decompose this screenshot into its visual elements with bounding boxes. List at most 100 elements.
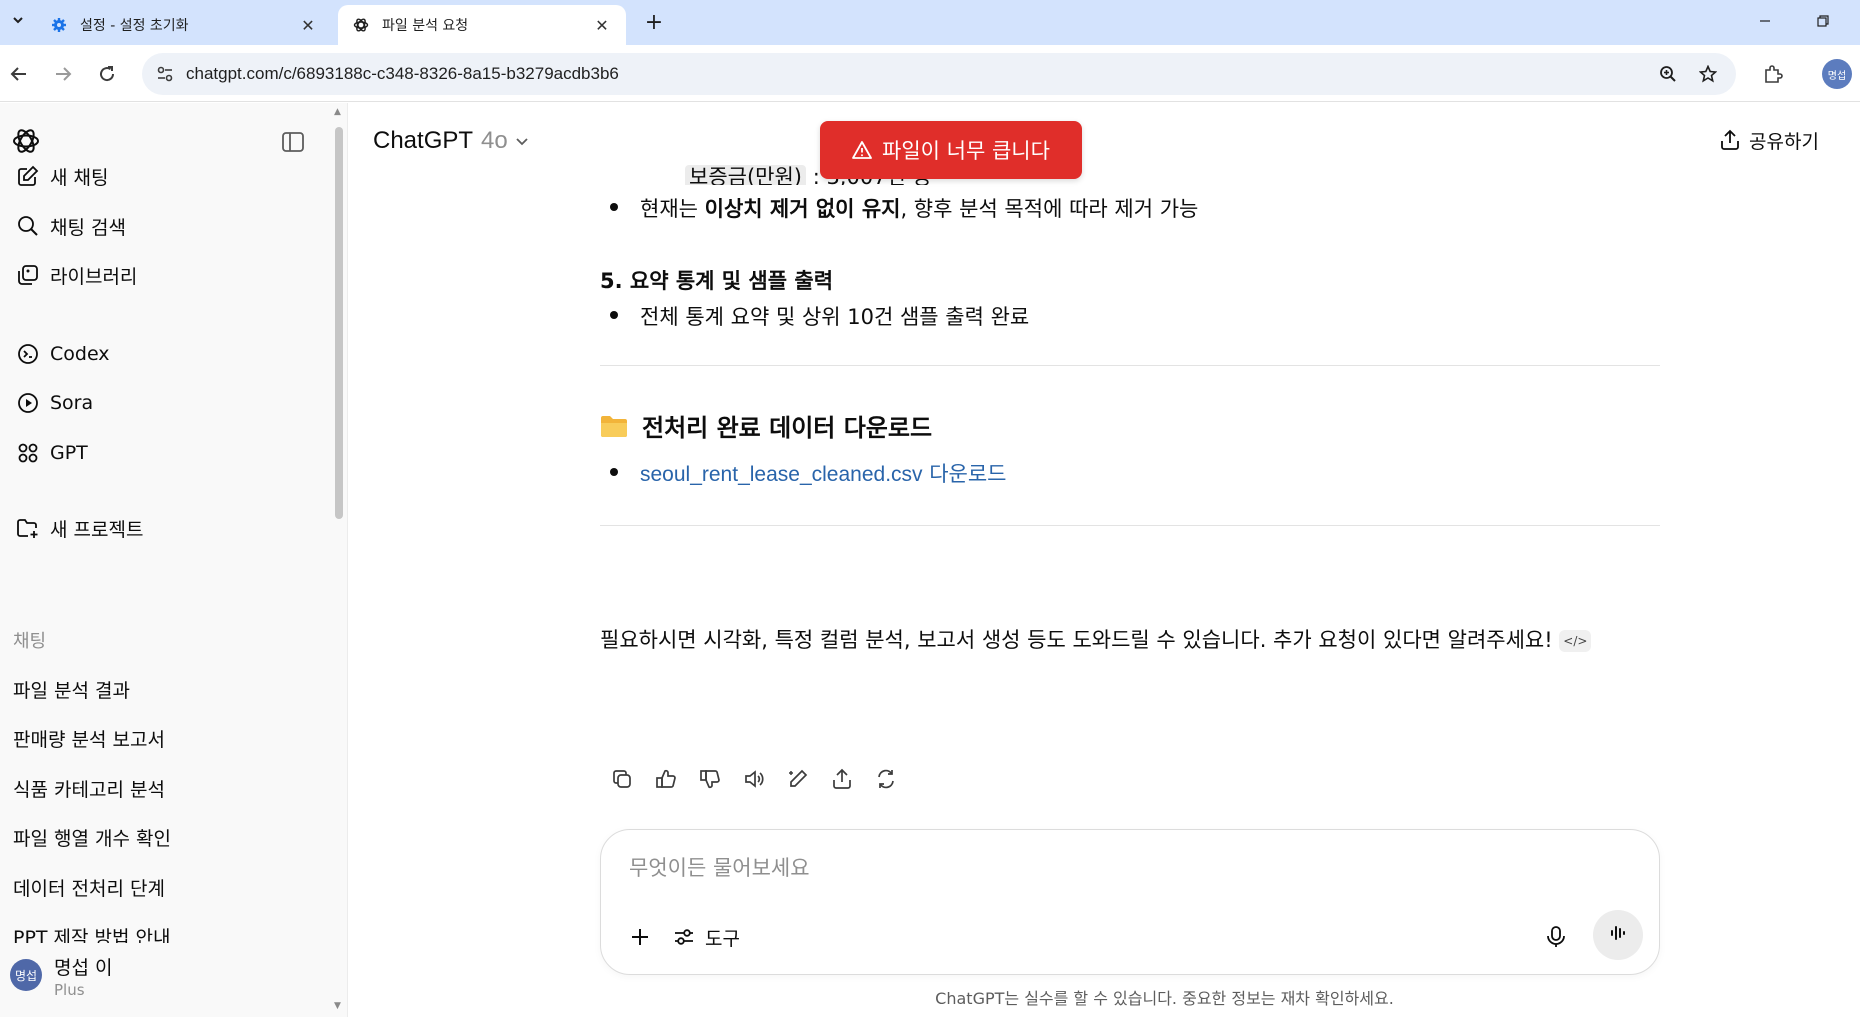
sidebar-item-sora[interactable]: Sora bbox=[8, 382, 328, 424]
gpt-grid-icon bbox=[14, 439, 42, 467]
scrollbar-thumb[interactable] bbox=[335, 127, 343, 519]
disclaimer-text: ChatGPT는 실수를 할 수 있습니다. 중요한 정보는 재차 확인하세요. bbox=[935, 989, 1394, 1008]
list-item: seoul_rent_lease_cleaned.csv 다운로드 bbox=[610, 458, 1007, 488]
download-link[interactable]: seoul_rent_lease_cleaned.csv 다운로드 bbox=[640, 458, 1007, 488]
sidebar-item-search-chats[interactable]: 채팅 검색 bbox=[8, 205, 328, 247]
new-folder-icon bbox=[14, 514, 42, 542]
microphone-icon[interactable] bbox=[1539, 920, 1573, 954]
bullet-dot bbox=[610, 311, 618, 319]
model-name: ChatGPT bbox=[373, 127, 474, 154]
sliders-icon bbox=[673, 926, 695, 948]
scroll-up-icon[interactable]: ▲ bbox=[334, 107, 341, 117]
message-composer[interactable]: 무엇이든 물어보세요 도구 bbox=[600, 829, 1660, 975]
close-icon[interactable]: ✕ bbox=[298, 15, 318, 35]
sidebar-item-label: 새 프로젝트 bbox=[50, 518, 144, 541]
chat-history-item[interactable]: 파일 행열 개수 확인 bbox=[13, 824, 171, 851]
share-icon bbox=[1719, 129, 1741, 151]
voice-mode-button[interactable] bbox=[1593, 910, 1643, 960]
url-text: chatgpt.com/c/6893188c-c348-8326-8a15-b3… bbox=[186, 64, 619, 83]
thumbs-up-icon[interactable] bbox=[644, 761, 688, 797]
list-item: 전체 통계 요약 및 상위 10건 샘플 출력 완료 bbox=[610, 301, 1029, 331]
divider bbox=[600, 525, 1660, 526]
reload-icon[interactable] bbox=[90, 57, 124, 91]
warning-icon bbox=[852, 140, 872, 160]
openai-logo-icon[interactable] bbox=[10, 125, 42, 157]
chat-history-item[interactable]: 파일 분석 결과 bbox=[13, 676, 130, 703]
sidebar-item-library[interactable]: 라이브러리 bbox=[8, 254, 328, 296]
chat-history-item[interactable]: PPT 제작 방법 안내 bbox=[13, 923, 171, 943]
sidebar-item-gpt[interactable]: GPT bbox=[8, 432, 328, 474]
bookmark-star-icon[interactable] bbox=[1694, 60, 1722, 88]
sidebar-item-new-chat[interactable]: 새 채팅 bbox=[8, 155, 328, 197]
forward-icon[interactable] bbox=[46, 57, 80, 91]
tools-button[interactable]: 도구 bbox=[673, 920, 740, 954]
tab-file-analysis[interactable]: 파일 분석 요청 ✕ bbox=[338, 5, 626, 45]
sidebar-item-label: GPT bbox=[50, 442, 88, 464]
tab-search-chevron-icon[interactable] bbox=[4, 6, 32, 34]
regenerate-icon[interactable] bbox=[864, 761, 908, 797]
restore-icon[interactable] bbox=[1800, 6, 1846, 36]
tab-settings[interactable]: 설정 - 설정 초기화 ✕ bbox=[36, 5, 332, 45]
prompt-input[interactable]: 무엇이든 물어보세요 bbox=[629, 852, 810, 882]
back-icon[interactable] bbox=[2, 57, 36, 91]
copy-icon[interactable] bbox=[600, 761, 644, 797]
bullet-text: 현재는 이상치 제거 없이 유지, 향후 분석 목적에 따라 제거 가능 bbox=[640, 197, 1199, 221]
profile-avatar[interactable]: 명섭 bbox=[1822, 59, 1852, 89]
download-heading: 전처리 완료 데이터 다운로드 bbox=[600, 408, 932, 443]
extensions-puzzle-icon[interactable] bbox=[1756, 57, 1790, 91]
divider bbox=[600, 365, 1660, 366]
list-item: 현재는 이상치 제거 없이 유지, 향후 분석 목적에 따라 제거 가능 bbox=[610, 193, 1198, 223]
close-icon[interactable]: ✕ bbox=[592, 15, 612, 35]
tab-strip: 설정 - 설정 초기화 ✕ 파일 분석 요청 ✕ + bbox=[0, 0, 1860, 45]
chevron-down-icon bbox=[514, 133, 530, 149]
compose-icon bbox=[14, 162, 42, 190]
chat-history-item[interactable]: 식품 카테고리 분석 bbox=[13, 775, 165, 802]
sidebar-item-codex[interactable]: Codex bbox=[8, 333, 328, 375]
library-icon bbox=[14, 261, 42, 289]
minimize-icon[interactable] bbox=[1742, 6, 1788, 36]
model-version: 4o bbox=[481, 127, 508, 154]
bullet-dot bbox=[610, 203, 618, 211]
toast-text: 파일이 너무 큽니다 bbox=[882, 139, 1050, 163]
code-view-icon[interactable]: </> bbox=[1559, 630, 1592, 652]
search-icon bbox=[14, 212, 42, 240]
browser-toolbar: chatgpt.com/c/6893188c-c348-8326-8a15-b3… bbox=[0, 45, 1860, 102]
bullet-dot bbox=[610, 468, 618, 476]
zoom-icon[interactable] bbox=[1654, 60, 1682, 88]
openai-icon bbox=[352, 16, 370, 34]
chat-history-item[interactable]: 데이터 전처리 단계 bbox=[13, 874, 165, 901]
sidebar-toggle-icon[interactable] bbox=[278, 127, 308, 157]
closing-paragraph: 필요하시면 시각화, 특정 컬럼 분석, 보고서 생성 등도 도와드릴 수 있습… bbox=[600, 621, 1660, 660]
message-actions bbox=[600, 761, 908, 797]
inline-code: 보증금(만원) bbox=[685, 165, 806, 185]
avatar: 명섭 bbox=[10, 959, 42, 991]
tab-title: 설정 - 설정 초기화 bbox=[80, 18, 189, 34]
sidebar-item-new-project[interactable]: 새 프로젝트 bbox=[8, 507, 328, 549]
share-icon[interactable] bbox=[820, 761, 864, 797]
sidebar-item-label: Codex bbox=[50, 343, 110, 365]
sidebar-item-label: 새 채팅 bbox=[50, 166, 109, 189]
new-tab-icon[interactable]: + bbox=[640, 8, 668, 36]
scroll-down-icon[interactable]: ▼ bbox=[334, 1001, 341, 1011]
sora-icon bbox=[14, 389, 42, 417]
user-name: 명섭 이 bbox=[54, 957, 113, 979]
sidebar-item-label: Sora bbox=[50, 392, 94, 414]
share-button[interactable]: 공유하기 bbox=[1719, 123, 1819, 157]
plus-icon[interactable] bbox=[623, 920, 657, 954]
thumbs-down-icon[interactable] bbox=[688, 761, 732, 797]
folder-icon bbox=[600, 414, 628, 438]
tab-title: 파일 분석 요청 bbox=[382, 18, 469, 34]
site-settings-icon[interactable] bbox=[150, 59, 180, 89]
sidebar-scrollbar[interactable]: ▲ ▼ bbox=[333, 103, 345, 1017]
read-aloud-icon[interactable] bbox=[732, 761, 776, 797]
sidebar: 새 채팅 채팅 검색 라이브러리 Codex Sora GPT 새 프로젝트 채… bbox=[0, 103, 348, 1017]
model-selector[interactable]: ChatGPT 4o bbox=[373, 127, 530, 155]
user-plan: Plus bbox=[54, 981, 85, 999]
sidebar-item-label: 라이브러리 bbox=[50, 265, 138, 288]
error-toast: 파일이 너무 큽니다 bbox=[820, 121, 1082, 179]
chat-history-item[interactable]: 판매량 분석 보고서 bbox=[13, 725, 165, 752]
chats-section-label: 채팅 bbox=[13, 631, 47, 652]
address-bar[interactable]: chatgpt.com/c/6893188c-c348-8326-8a15-b3… bbox=[142, 53, 1736, 95]
edit-in-canvas-icon[interactable] bbox=[776, 761, 820, 797]
user-menu[interactable]: 명섭 명섭 이 Plus bbox=[0, 943, 332, 1017]
